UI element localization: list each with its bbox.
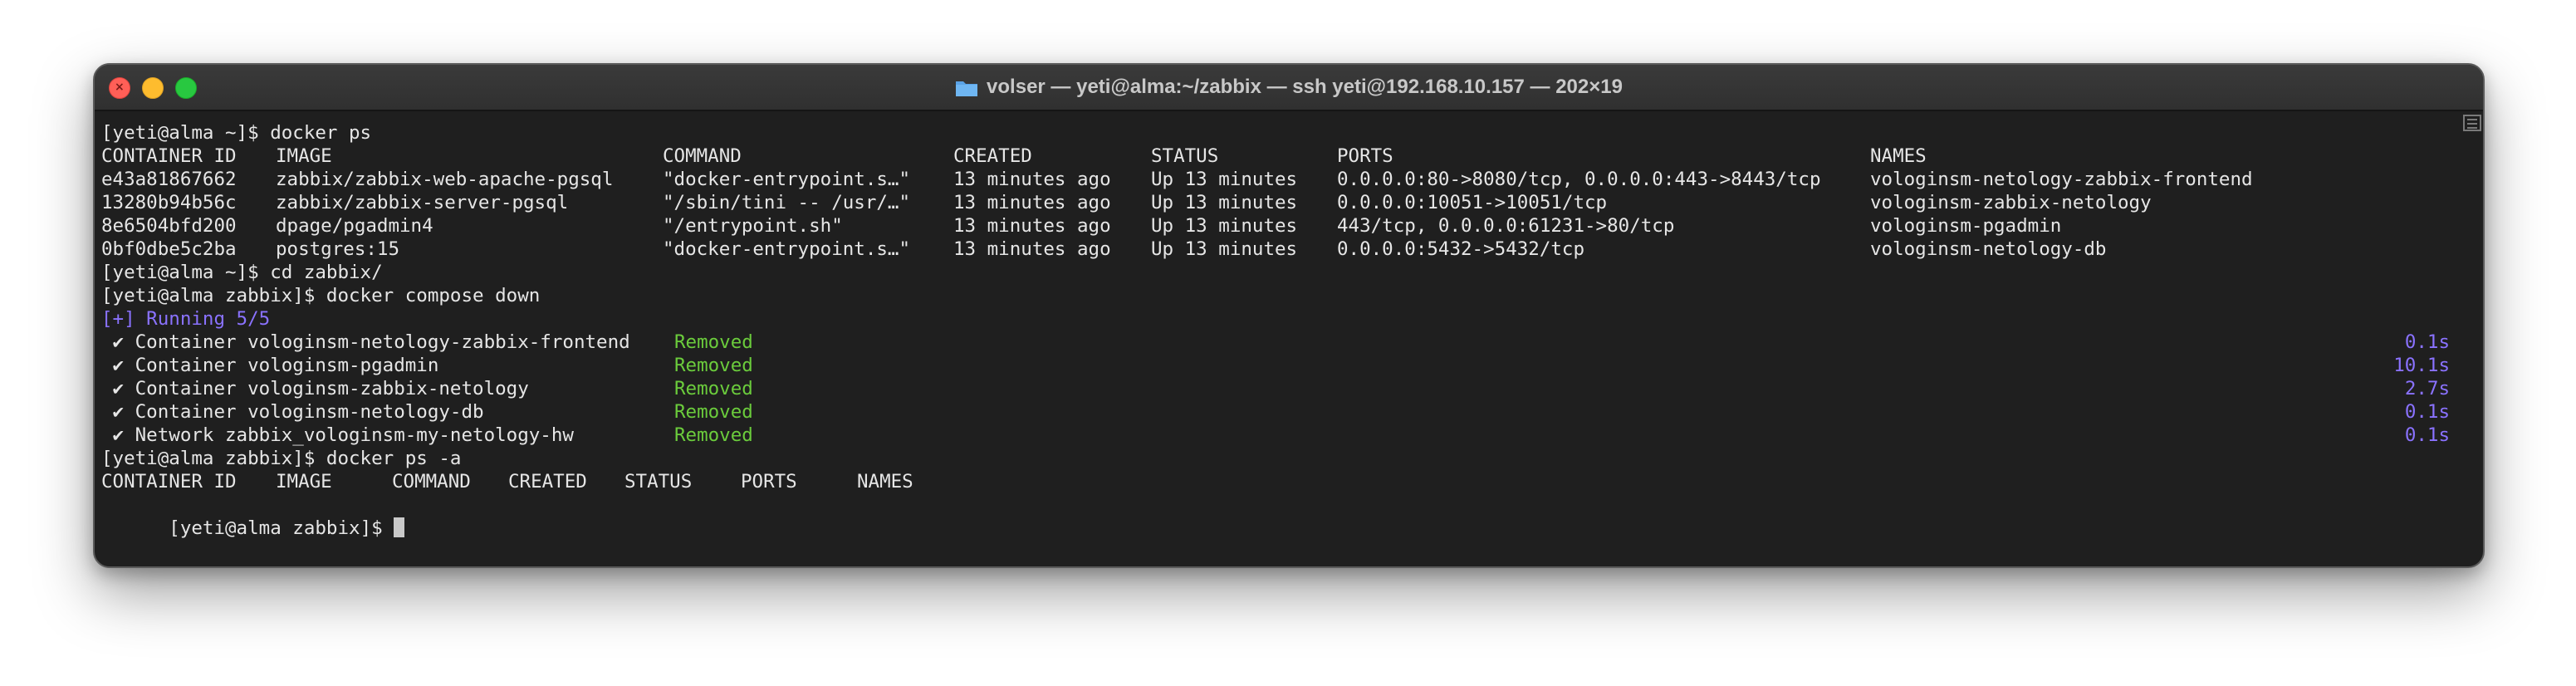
list-item: ✔ Container vologinsm-netology-db Remove…: [101, 400, 2450, 424]
text-cursor: [394, 517, 405, 537]
list-item: ✔ Container vologinsm-netology-zabbix-fr…: [101, 331, 2450, 354]
active-prompt-line[interactable]: [yeti@alma zabbix]$: [101, 493, 405, 539]
cell-command: "/entrypoint.sh": [663, 215, 843, 237]
header-image: IMAGE: [276, 471, 332, 492]
cell-ports: 0.0.0.0:5432->5432/tcp: [1337, 238, 1585, 260]
cell-created: 13 minutes ago: [953, 169, 1111, 190]
scroll-marks-icon[interactable]: [2463, 115, 2481, 131]
table-header-row: CONTAINER ID IMAGE COMMAND CREATED STATU…: [101, 470, 2450, 493]
header-names: NAMES: [857, 471, 913, 492]
list-item: ✔ Network zabbix_vologinsm-my-netology-h…: [101, 424, 2450, 447]
cell-status: Up 13 minutes: [1151, 169, 1298, 190]
cell-names: vologinsm-zabbix-netology: [1870, 192, 2152, 213]
table-row: 8e6504bfd200 dpage/pgadmin4 "/entrypoint…: [101, 214, 2450, 238]
window-title-area: volser — yeti@alma:~/zabbix — ssh yeti@1…: [95, 65, 2483, 110]
command-line: [yeti@alma zabbix]$ docker compose down: [101, 285, 541, 306]
cell-command: "docker-entrypoint.s…": [663, 169, 911, 190]
table-row: 13280b94b56c zabbix/zabbix-server-pgsql …: [101, 191, 2450, 214]
cell-names: vologinsm-pgadmin: [1870, 215, 2062, 237]
removed-item: ✔ Network zabbix_vologinsm-my-netology-h…: [101, 424, 574, 446]
status-removed: Removed: [674, 331, 753, 353]
cell-ports: 443/tcp, 0.0.0.0:61231->80/tcp: [1337, 215, 1675, 237]
window-title: volser — yeti@alma:~/zabbix — ssh yeti@1…: [987, 76, 1623, 98]
removed-item: ✔ Container vologinsm-pgadmin: [101, 355, 439, 376]
removed-item: ✔ Container vologinsm-netology-zabbix-fr…: [101, 331, 630, 353]
cell-image: zabbix/zabbix-server-pgsql: [276, 192, 569, 213]
header-created: CREATED: [508, 471, 587, 492]
duration: 0.1s: [2404, 331, 2450, 353]
table-row: 0bf0dbe5c2ba postgres:15 "docker-entrypo…: [101, 238, 2450, 261]
cell-names: vologinsm-netology-db: [1870, 238, 2107, 260]
table-row: e43a81867662 zabbix/zabbix-web-apache-pg…: [101, 168, 2450, 191]
header-container-id: CONTAINER ID: [101, 145, 237, 167]
cell-ports: 0.0.0.0:10051->10051/tcp: [1337, 192, 1608, 213]
folder-icon: [956, 81, 978, 96]
cell-image: postgres:15: [276, 238, 400, 260]
header-container-id: CONTAINER ID: [101, 471, 237, 492]
terminal-window: × volser — yeti@alma:~/zabbix — ssh yeti…: [93, 63, 2485, 568]
compose-progress: [+] Running 5/5: [101, 308, 271, 330]
cell-container-id: 0bf0dbe5c2ba: [101, 238, 237, 260]
cell-image: dpage/pgadmin4: [276, 215, 433, 237]
header-command: COMMAND: [663, 145, 742, 167]
cell-image: zabbix/zabbix-web-apache-pgsql: [276, 169, 614, 190]
list-item: ✔ Container vologinsm-pgadmin Removed 10…: [101, 354, 2450, 377]
command-line: [yeti@alma zabbix]$ docker ps -a: [101, 448, 462, 469]
status-removed: Removed: [674, 424, 753, 446]
removed-item: ✔ Container vologinsm-zabbix-netology: [101, 378, 529, 399]
cell-created: 13 minutes ago: [953, 238, 1111, 260]
command-line: [yeti@alma ~]$ cd zabbix/: [101, 262, 383, 283]
header-command: COMMAND: [392, 471, 471, 492]
duration: 10.1s: [2393, 355, 2450, 376]
status-removed: Removed: [674, 355, 753, 376]
cell-container-id: 8e6504bfd200: [101, 215, 237, 237]
cell-status: Up 13 minutes: [1151, 215, 1298, 237]
command-line: [yeti@alma ~]$ docker ps: [101, 122, 372, 144]
prompt: [yeti@alma zabbix]$: [169, 517, 394, 539]
duration: 0.1s: [2404, 401, 2450, 423]
cell-container-id: e43a81867662: [101, 169, 237, 190]
header-status: STATUS: [624, 471, 693, 492]
cell-created: 13 minutes ago: [953, 192, 1111, 213]
cell-container-id: 13280b94b56c: [101, 192, 237, 213]
header-image: IMAGE: [276, 145, 332, 167]
cell-command: "/sbin/tini -- /usr/…": [663, 192, 911, 213]
duration: 0.1s: [2404, 424, 2450, 446]
cell-created: 13 minutes ago: [953, 215, 1111, 237]
cell-ports: 0.0.0.0:80->8080/tcp, 0.0.0.0:443->8443/…: [1337, 169, 1821, 190]
cell-status: Up 13 minutes: [1151, 192, 1298, 213]
cell-names: vologinsm-netology-zabbix-frontend: [1870, 169, 2253, 190]
header-names: NAMES: [1870, 145, 1927, 167]
table-header-row: CONTAINER ID IMAGE COMMAND CREATED STATU…: [101, 145, 2450, 168]
header-status: STATUS: [1151, 145, 1219, 167]
status-removed: Removed: [674, 378, 753, 399]
header-created: CREATED: [953, 145, 1032, 167]
title-bar[interactable]: × volser — yeti@alma:~/zabbix — ssh yeti…: [95, 65, 2483, 111]
duration: 2.7s: [2404, 378, 2450, 399]
cell-command: "docker-entrypoint.s…": [663, 238, 911, 260]
cell-status: Up 13 minutes: [1151, 238, 1298, 260]
header-ports: PORTS: [741, 471, 797, 492]
status-removed: Removed: [674, 401, 753, 423]
removed-item: ✔ Container vologinsm-netology-db: [101, 401, 484, 423]
header-ports: PORTS: [1337, 145, 1393, 167]
list-item: ✔ Container vologinsm-zabbix-netology Re…: [101, 377, 2450, 400]
terminal-output[interactable]: [yeti@alma ~]$ docker ps CONTAINER ID IM…: [101, 115, 2450, 560]
